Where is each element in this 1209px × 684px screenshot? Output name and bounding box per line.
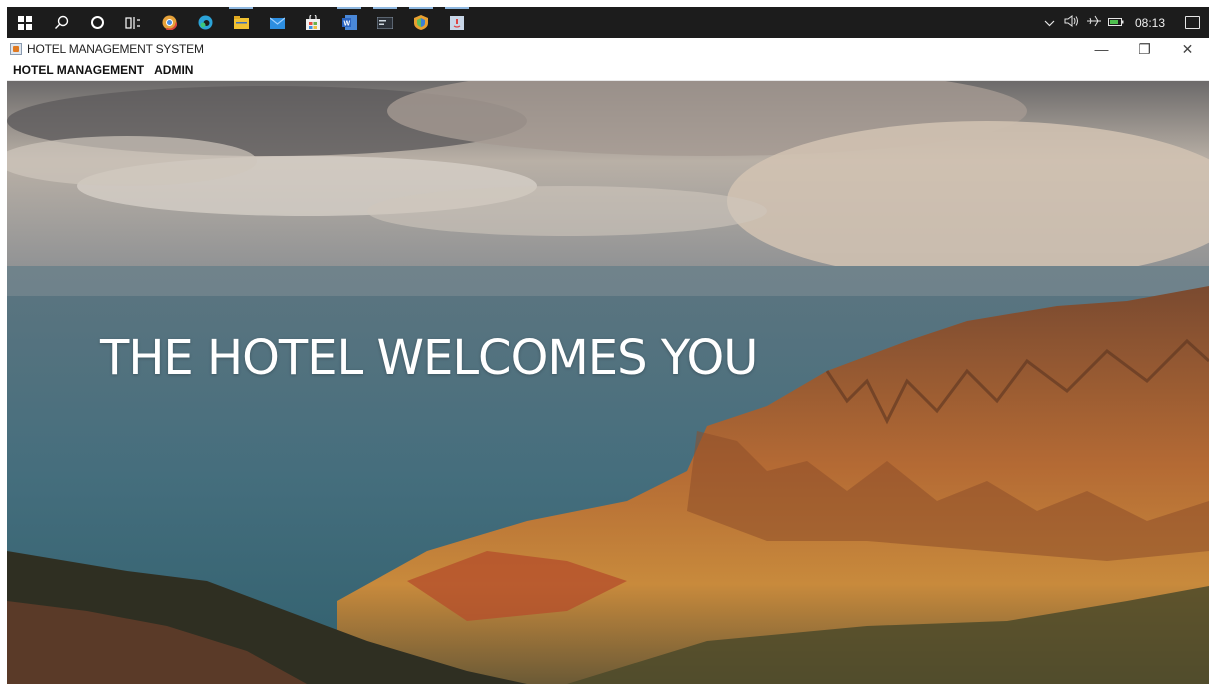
window-title: HOTEL MANAGEMENT SYSTEM <box>27 42 204 56</box>
java-app-button[interactable] <box>439 7 475 38</box>
store-icon <box>306 15 320 30</box>
chrome-icon <box>161 15 177 30</box>
java-window-icon <box>10 43 22 55</box>
task-view-icon <box>125 16 140 29</box>
task-view-button[interactable] <box>115 7 151 38</box>
chrome-button[interactable] <box>151 7 187 38</box>
window-titlebar: HOTEL MANAGEMENT SYSTEM — ❐ ✕ <box>7 38 1209 60</box>
word-icon: W <box>341 15 357 30</box>
mail-button[interactable] <box>259 7 295 38</box>
menu-bar: HOTEL MANAGEMENT ADMIN <box>7 60 1209 81</box>
terminal-icon <box>377 16 393 29</box>
terminal-button[interactable] <box>367 7 403 38</box>
battery-icon[interactable] <box>1105 16 1127 30</box>
edge-icon <box>198 15 212 30</box>
windows-start-icon <box>18 15 32 30</box>
taskbar: W 08:13 <box>7 7 1209 38</box>
app-shield-icon <box>414 15 428 30</box>
window-controls: — ❐ ✕ <box>1080 38 1209 60</box>
word-button[interactable]: W <box>331 7 367 38</box>
start-button[interactable] <box>7 7 43 38</box>
search-button[interactable] <box>43 7 79 38</box>
volume-icon[interactable] <box>1061 15 1083 30</box>
taskbar-clock[interactable]: 08:13 <box>1127 16 1175 30</box>
menu-hotel-management[interactable]: HOTEL MANAGEMENT <box>7 60 149 80</box>
mail-icon <box>269 17 285 29</box>
menu-admin[interactable]: ADMIN <box>149 60 198 80</box>
shield-app-button[interactable] <box>403 7 439 38</box>
cortana-icon <box>90 16 104 29</box>
svg-text:W: W <box>343 21 350 28</box>
notification-icon <box>1184 16 1200 29</box>
chevron-up-icon[interactable] <box>1039 16 1061 30</box>
taskbar-apps: W <box>7 7 475 38</box>
system-tray: 08:13 <box>1039 7 1209 38</box>
welcome-background-image: THE HOTEL WELCOMES YOU <box>7 81 1209 684</box>
file-explorer-icon <box>233 16 249 29</box>
minimize-button[interactable]: — <box>1080 38 1123 60</box>
file-explorer-button[interactable] <box>223 7 259 38</box>
close-button[interactable]: ✕ <box>1166 38 1209 60</box>
airplane-mode-icon[interactable] <box>1083 14 1105 31</box>
store-button[interactable] <box>295 7 331 38</box>
welcome-heading: THE HOTEL WELCOMES YOU <box>100 330 758 386</box>
restore-button[interactable]: ❐ <box>1123 38 1166 60</box>
edge-button[interactable] <box>187 7 223 38</box>
search-icon <box>54 15 68 29</box>
java-app-icon <box>450 15 464 30</box>
notification-center-button[interactable] <box>1175 7 1209 38</box>
cortana-button[interactable] <box>79 7 115 38</box>
